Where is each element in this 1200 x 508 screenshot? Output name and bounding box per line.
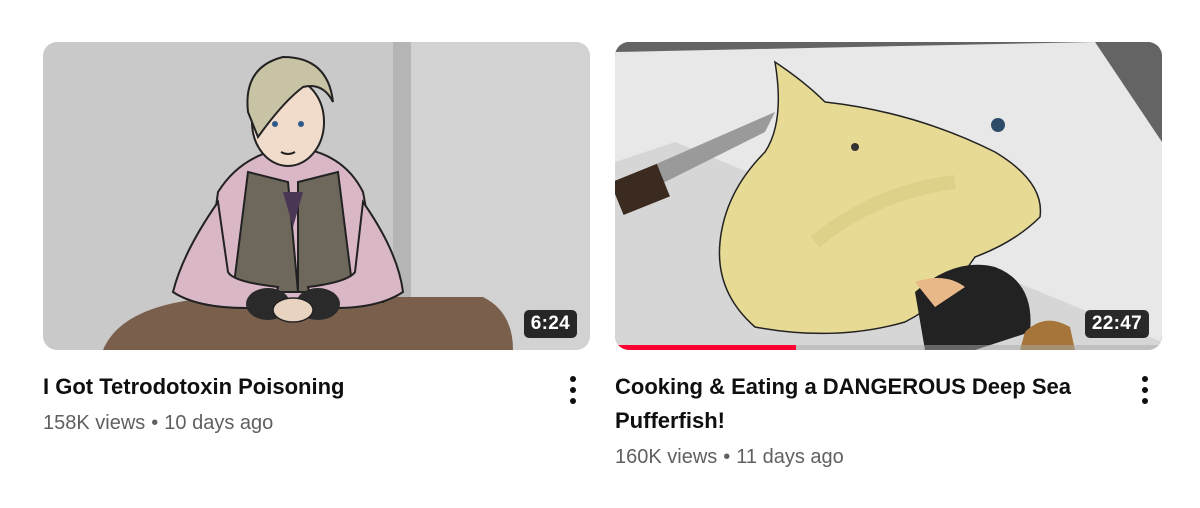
view-count: 158K views	[43, 412, 146, 434]
watch-progress-fill	[615, 345, 796, 350]
video-card[interactable]: 22:47 Cooking & Eating a DANGEROUS Deep …	[615, 42, 1163, 474]
watch-progress-bar	[615, 345, 1162, 350]
view-count: 160K views	[615, 446, 718, 468]
video-card[interactable]: 6:24 I Got Tetrodotoxin Poisoning 158K v…	[43, 42, 591, 440]
video-duration-badge: 22:47	[1084, 310, 1149, 338]
upload-age: 11 days ago	[736, 446, 844, 468]
more-vert-icon[interactable]	[561, 372, 585, 408]
video-thumbnail[interactable]: 6:24	[43, 42, 590, 350]
video-title[interactable]: I Got Tetrodotoxin Poisoning	[43, 370, 551, 404]
thumbnail-illustration-character	[43, 42, 590, 350]
video-stats: 158K views • 10 days ago	[43, 406, 551, 440]
meta-separator: •	[723, 446, 731, 468]
meta-separator: •	[151, 412, 159, 434]
more-vert-icon[interactable]	[1133, 372, 1157, 408]
video-title[interactable]: Cooking & Eating a DANGEROUS Deep Sea Pu…	[615, 370, 1123, 438]
thumbnail-photo-pufferfish	[615, 42, 1162, 350]
video-thumbnail[interactable]: 22:47	[615, 42, 1162, 350]
video-stats: 160K views • 11 days ago	[615, 440, 1123, 474]
upload-age: 10 days ago	[164, 412, 274, 434]
video-duration-badge: 6:24	[523, 310, 577, 338]
